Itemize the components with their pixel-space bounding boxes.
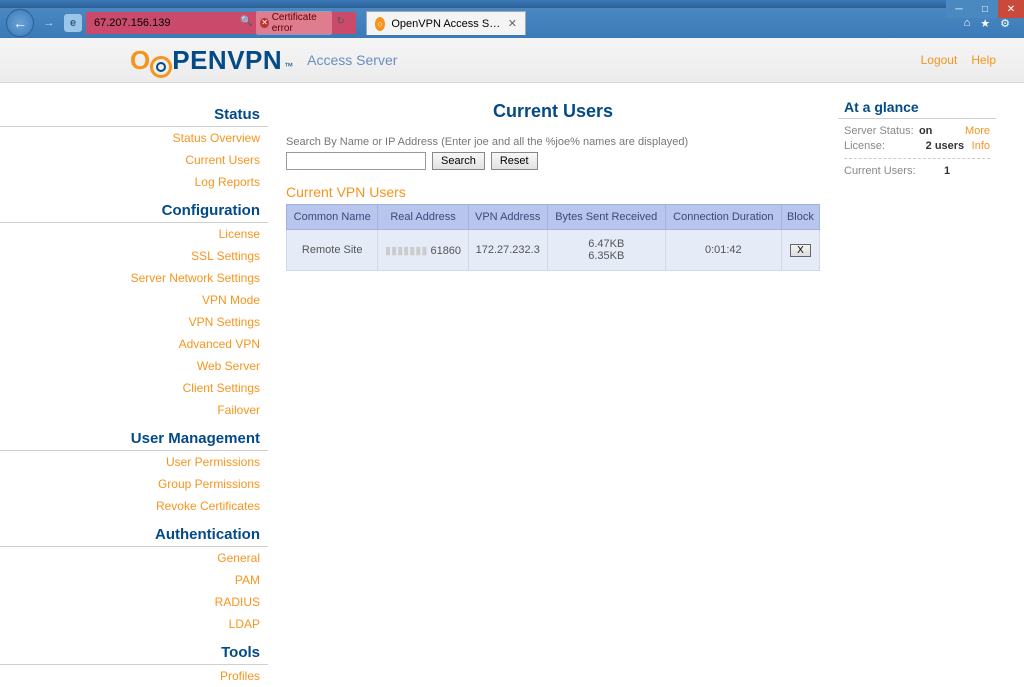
col-real-address: Real Address (378, 205, 468, 230)
certificate-error-badge[interactable]: ✕ Certificate error (256, 11, 332, 35)
sidebar-section-configuration: Configuration (0, 199, 268, 223)
window-maximize-button[interactable]: □ (972, 0, 998, 18)
tab-close-icon[interactable]: ✕ (508, 17, 517, 30)
back-button[interactable]: ← (6, 9, 34, 37)
cell-bytes: 6.47KB 6.35KB (547, 230, 665, 271)
col-duration: Connection Duration (665, 205, 781, 230)
window-minimize-button[interactable]: ─ (946, 0, 972, 18)
search-input[interactable] (286, 152, 426, 170)
sidebar-item-radius[interactable]: RADIUS (0, 591, 268, 613)
header-subtitle: Access Server (307, 52, 397, 68)
sidebar-item-client-settings[interactable]: Client Settings (0, 377, 268, 399)
sidebar-section-tools: Tools (0, 641, 268, 665)
page-header: O PENVPN ™ Access Server Logout Help (0, 38, 1024, 83)
window-titlebar: ─ □ ✕ (0, 0, 1024, 8)
search-icon[interactable]: 🔍 (240, 16, 252, 30)
license-label: License: (844, 140, 926, 152)
address-bar[interactable]: 🔍 ✕ Certificate error ↻ (86, 12, 356, 34)
logo-tm: ™ (284, 61, 293, 71)
logo-key-icon (150, 56, 172, 78)
tab-title: OpenVPN Access Server Cu... (391, 18, 501, 30)
sidebar-item-failover[interactable]: Failover (0, 399, 268, 421)
cell-block: X (781, 230, 819, 271)
license-value: 2 users (926, 140, 972, 152)
favicon-icon: ○ (375, 17, 385, 31)
logout-link[interactable]: Logout (921, 53, 958, 67)
sidebar-item-general[interactable]: General (0, 547, 268, 569)
vpn-users-table: Common Name Real Address VPN Address Byt… (286, 204, 820, 271)
help-link[interactable]: Help (971, 53, 996, 67)
table-row: Remote Site ▮▮▮▮▮▮▮ 61860 172.27.232.3 6… (287, 230, 820, 271)
sidebar-section-user-management: User Management (0, 427, 268, 451)
current-users-label: Current Users: (844, 165, 944, 177)
sidebar-item-ldap[interactable]: LDAP (0, 613, 268, 635)
sidebar-item-ssl-settings[interactable]: SSL Settings (0, 245, 268, 267)
server-status-value: on (919, 125, 965, 137)
sidebar-item-vpn-mode[interactable]: VPN Mode (0, 289, 268, 311)
refresh-icon[interactable]: ↻ (336, 16, 348, 30)
sidebar-item-current-users[interactable]: Current Users (0, 149, 268, 171)
sidebar-item-web-server[interactable]: Web Server (0, 355, 268, 377)
aside-heading: At a glance (838, 97, 996, 119)
browser-toolbar: ← → e 🔍 ✕ Certificate error ↻ ○ OpenVPN … (0, 8, 1024, 38)
logo-o: O (130, 45, 150, 76)
error-icon: ✕ (260, 18, 268, 28)
sidebar-section-authentication: Authentication (0, 523, 268, 547)
ie-icon: e (64, 14, 82, 32)
bytes-recv: 6.35KB (552, 250, 661, 262)
reset-button[interactable]: Reset (491, 152, 538, 170)
sidebar-item-pam[interactable]: PAM (0, 569, 268, 591)
sidebar-item-server-network-settings[interactable]: Server Network Settings (0, 267, 268, 289)
cell-duration: 0:01:42 (665, 230, 781, 271)
forward-button[interactable]: → (38, 12, 60, 34)
sidebar: Status Status Overview Current Users Log… (0, 97, 268, 687)
sidebar-item-profiles[interactable]: Profiles (0, 665, 268, 687)
logo-text: PENVPN (172, 45, 282, 76)
page-title: Current Users (286, 101, 820, 122)
sidebar-item-revoke-certificates[interactable]: Revoke Certificates (0, 495, 268, 517)
favorites-icon[interactable]: ★ (980, 17, 990, 30)
search-button[interactable]: Search (432, 152, 485, 170)
at-a-glance-panel: At a glance Server Status: on More Licen… (838, 97, 996, 186)
cell-common-name: Remote Site (287, 230, 378, 271)
col-vpn-address: VPN Address (468, 205, 547, 230)
window-close-button[interactable]: ✕ (998, 0, 1024, 18)
info-link[interactable]: Info (972, 140, 990, 152)
col-block: Block (781, 205, 819, 230)
settings-gear-icon[interactable]: ⚙ (1000, 17, 1010, 30)
cell-real-address: ▮▮▮▮▮▮▮ 61860 (378, 230, 468, 271)
col-bytes: Bytes Sent Received (547, 205, 665, 230)
sidebar-item-status-overview[interactable]: Status Overview (0, 127, 268, 149)
bytes-sent: 6.47KB (552, 238, 661, 250)
certificate-error-text: Certificate error (272, 12, 329, 34)
server-status-label: Server Status: (844, 125, 919, 137)
sidebar-item-advanced-vpn[interactable]: Advanced VPN (0, 333, 268, 355)
real-address-port: 61860 (430, 245, 461, 257)
sidebar-section-status: Status (0, 103, 268, 127)
openvpn-logo: O PENVPN ™ (130, 45, 293, 76)
sidebar-item-vpn-settings[interactable]: VPN Settings (0, 311, 268, 333)
browser-tab[interactable]: ○ OpenVPN Access Server Cu... ✕ (366, 11, 526, 35)
search-label: Search By Name or IP Address (Enter joe … (286, 136, 820, 148)
url-input[interactable] (90, 17, 240, 29)
sidebar-item-user-permissions[interactable]: User Permissions (0, 451, 268, 473)
main-content: Current Users Search By Name or IP Addre… (286, 97, 820, 271)
block-button[interactable]: X (790, 244, 811, 257)
sidebar-item-group-permissions[interactable]: Group Permissions (0, 473, 268, 495)
cell-vpn-address: 172.27.232.3 (468, 230, 547, 271)
home-icon[interactable]: ⌂ (964, 17, 971, 30)
sidebar-item-license[interactable]: License (0, 223, 268, 245)
table-heading: Current VPN Users (286, 184, 820, 200)
col-common-name: Common Name (287, 205, 378, 230)
more-link[interactable]: More (965, 125, 990, 137)
sidebar-item-log-reports[interactable]: Log Reports (0, 171, 268, 193)
current-users-value: 1 (944, 165, 990, 177)
